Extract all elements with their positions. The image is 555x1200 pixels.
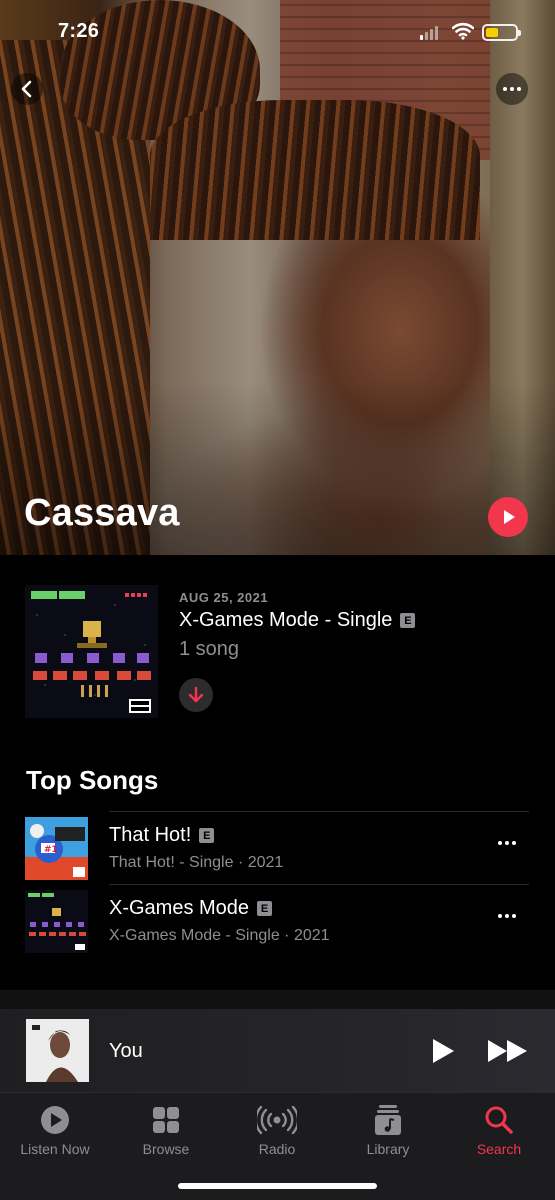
play-icon (433, 1039, 454, 1063)
release-song-count: 1 song (179, 638, 240, 660)
download-button[interactable] (179, 678, 213, 712)
fast-forward-icon (488, 1040, 527, 1062)
tab-label: Library (366, 1141, 410, 1157)
tab-label: Search (476, 1141, 522, 1157)
row-divider (109, 811, 529, 812)
home-indicator[interactable] (178, 1183, 377, 1189)
song-row[interactable]: X-Games Mode E X-Games Mode - Single · 2… (0, 884, 555, 957)
mini-player[interactable]: You (0, 1009, 555, 1092)
release-date: AUG 25, 2021 (179, 590, 269, 605)
svg-text:#1: #1 (44, 845, 58, 855)
wifi-icon (452, 22, 474, 40)
tab-browse[interactable]: Browse (111, 1103, 221, 1157)
skip-forward-button[interactable] (487, 1038, 529, 1069)
song-more-button[interactable] (498, 841, 516, 845)
ellipsis-icon (498, 914, 516, 918)
battery-icon (482, 24, 521, 41)
top-songs-heading[interactable]: Top Songs (26, 765, 158, 796)
song-row[interactable]: #1 That Hot! E That Hot! - Single · 2021 (0, 811, 555, 884)
tab-label: Radio (258, 1141, 296, 1157)
release-artwork[interactable] (25, 585, 158, 718)
artist-hero-image (0, 0, 555, 555)
play-icon (504, 510, 515, 524)
ellipsis-icon (498, 841, 516, 845)
radio-waves-icon (257, 1105, 297, 1135)
chevron-left-icon (21, 80, 32, 98)
play-circle-icon (41, 1106, 69, 1134)
song-more-button[interactable] (498, 914, 516, 918)
row-divider (109, 884, 529, 885)
explicit-badge: E (400, 613, 416, 628)
search-icon (485, 1106, 513, 1134)
more-options-button[interactable] (496, 73, 528, 105)
tab-listen-now[interactable]: Listen Now (0, 1103, 110, 1157)
play-artist-button[interactable] (488, 497, 528, 537)
tab-search[interactable]: Search (444, 1103, 554, 1157)
release-artwork-graphic (25, 585, 158, 718)
release-title[interactable]: X-Games Mode - Single (179, 609, 392, 632)
release-title-row[interactable]: X-Games Mode - Single E (179, 609, 416, 632)
back-button[interactable] (11, 73, 43, 105)
song-artwork (25, 890, 88, 953)
grid-icon (153, 1107, 179, 1133)
library-icon (375, 1105, 401, 1135)
play-button[interactable] (430, 1037, 456, 1070)
tab-radio[interactable]: Radio (222, 1103, 332, 1157)
explicit-badge: E (199, 828, 215, 843)
song-subtitle: X-Games Mode - Single · 2021 (109, 927, 330, 944)
explicit-badge: E (257, 901, 273, 916)
cellular-signal-icon (420, 26, 438, 40)
tab-library[interactable]: Library (333, 1103, 443, 1157)
song-artwork: #1 (25, 817, 88, 880)
song-title-row: That Hot! E (109, 824, 215, 847)
song-title: X-Games Mode (109, 897, 250, 919)
arrow-down-icon (188, 686, 204, 703)
tab-label: Listen Now (20, 1141, 90, 1157)
content-fade (0, 990, 555, 1009)
song-title: That Hot! (109, 824, 192, 846)
artist-name: Cassava (24, 492, 180, 534)
status-bar: 7:26 (0, 16, 555, 48)
status-time: 7:26 (58, 20, 100, 42)
song-subtitle: That Hot! - Single · 2021 (109, 854, 284, 871)
now-playing-title: You (109, 1040, 143, 1062)
now-playing-artwork[interactable] (26, 1019, 89, 1082)
ellipsis-icon (503, 87, 521, 91)
song-title-row: X-Games Mode E (109, 897, 273, 920)
tab-label: Browse (142, 1141, 190, 1157)
